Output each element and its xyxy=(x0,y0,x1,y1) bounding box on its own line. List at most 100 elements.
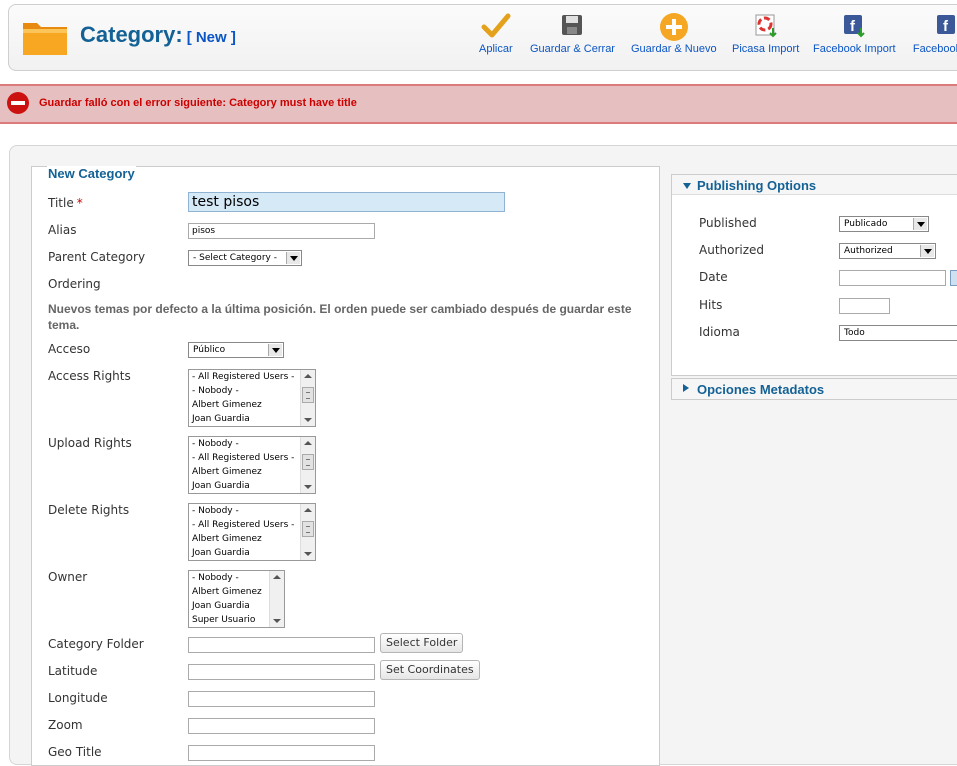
scrollbar[interactable] xyxy=(300,370,315,426)
chevron-down-icon xyxy=(920,245,934,257)
chevron-down-icon xyxy=(268,344,282,356)
access-rights-label: Access Rights xyxy=(48,369,131,383)
scroll-down-icon[interactable] xyxy=(304,418,312,422)
save-new-button-label: Guardar & Nuevo xyxy=(631,43,717,55)
save-new-button[interactable]: Guardar & Nuevo xyxy=(631,12,717,55)
triangle-right-icon[interactable] xyxy=(683,384,689,392)
delete-rights-label: Delete Rights xyxy=(48,503,130,517)
page-subtitle: [ New ] xyxy=(186,29,236,46)
triangle-down-icon[interactable] xyxy=(683,183,691,189)
ordering-label: Ordering xyxy=(48,277,101,291)
title-label: Title * xyxy=(48,196,83,210)
ordering-note: Nuevos temas por defecto a la última pos… xyxy=(48,302,632,332)
list-item[interactable]: Albert Gimenez xyxy=(189,532,315,546)
authorized-select[interactable]: Authorized xyxy=(839,243,936,259)
scrollbar[interactable] xyxy=(300,504,315,560)
title-input[interactable]: test pisos xyxy=(188,192,505,212)
zoom-input[interactable] xyxy=(188,718,375,734)
authorized-label: Authorized xyxy=(699,243,765,257)
latitude-label: Latitude xyxy=(48,664,98,678)
error-message-banner: Guardar falló con el error siguiente: Ca… xyxy=(0,84,957,124)
access-rights-list[interactable]: - All Registered Users - - Nobody - Albe… xyxy=(188,369,316,427)
error-stop-icon xyxy=(6,91,30,118)
page-title: Category:[ New ] xyxy=(80,22,236,48)
hits-input[interactable] xyxy=(839,298,890,314)
facebook-import-icon: f xyxy=(813,12,896,40)
date-input[interactable] xyxy=(839,270,946,286)
scroll-thumb[interactable] xyxy=(302,521,314,537)
checkmark-icon xyxy=(479,12,513,40)
list-item[interactable]: - All Registered Users - xyxy=(189,370,315,384)
geo-title-label: Geo Title xyxy=(48,745,102,759)
zoom-label: Zoom xyxy=(48,718,83,732)
apply-button-label: Aplicar xyxy=(479,43,513,55)
latitude-input[interactable] xyxy=(188,664,375,680)
scroll-up-icon[interactable] xyxy=(273,575,281,579)
scroll-up-icon[interactable] xyxy=(304,508,312,512)
list-item[interactable]: - All Registered Users - xyxy=(189,451,315,465)
category-folder-label: Category Folder xyxy=(48,637,144,651)
facebook-button-label: Facebook xyxy=(912,43,957,55)
new-category-legend: New Category xyxy=(47,166,136,181)
scroll-down-icon[interactable] xyxy=(304,485,312,489)
scroll-up-icon[interactable] xyxy=(304,374,312,378)
list-item[interactable]: Albert Gimenez xyxy=(189,398,315,412)
picasa-import-button-label: Picasa Import xyxy=(732,43,800,55)
apply-button[interactable]: Aplicar xyxy=(479,12,513,55)
alias-input[interactable]: pisos xyxy=(188,223,375,239)
list-item[interactable]: - Nobody - xyxy=(189,504,315,518)
scroll-thumb[interactable] xyxy=(302,387,314,403)
published-select[interactable]: Publicado xyxy=(839,216,929,232)
save-close-button[interactable]: Guardar & Cerrar xyxy=(530,12,615,55)
hits-label: Hits xyxy=(699,298,723,312)
list-item[interactable]: - Nobody - xyxy=(189,384,315,398)
facebook-import-button[interactable]: f Facebook Import xyxy=(813,12,896,55)
parent-category-value: - Select Category - xyxy=(193,253,277,263)
title-label-text: Title xyxy=(48,196,74,210)
picasa-import-button[interactable]: Picasa Import xyxy=(732,12,799,55)
list-item[interactable]: - Nobody - xyxy=(189,437,315,451)
access-label: Acceso xyxy=(48,342,91,356)
longitude-label: Longitude xyxy=(48,691,108,705)
delete-rights-list[interactable]: - Nobody - - All Registered Users - Albe… xyxy=(188,503,316,561)
published-value: Publicado xyxy=(844,219,888,229)
owner-label: Owner xyxy=(48,570,88,584)
chevron-down-icon xyxy=(913,218,927,230)
list-item[interactable]: Joan Guardia xyxy=(189,412,315,426)
owner-list[interactable]: - Nobody - Albert Gimenez Joan Guardia S… xyxy=(188,570,285,628)
geo-title-input[interactable] xyxy=(188,745,375,761)
facebook-button[interactable]: f Facebook xyxy=(909,12,957,55)
calendar-icon[interactable] xyxy=(950,270,957,286)
parent-category-select[interactable]: - Select Category - xyxy=(188,250,302,266)
folder-icon xyxy=(21,17,69,60)
list-item[interactable]: Joan Guardia xyxy=(189,546,315,560)
category-folder-input[interactable] xyxy=(188,637,375,653)
authorized-value: Authorized xyxy=(844,246,893,256)
scroll-down-icon[interactable] xyxy=(273,619,281,623)
scroll-down-icon[interactable] xyxy=(304,552,312,556)
scroll-up-icon[interactable] xyxy=(304,441,312,445)
select-folder-button[interactable]: Select Folder xyxy=(380,633,464,653)
scrollbar[interactable] xyxy=(269,571,284,627)
metadata-options-title[interactable]: Opciones Metadatos xyxy=(697,382,824,397)
chevron-down-icon xyxy=(286,252,300,264)
set-coordinates-button[interactable]: Set Coordinates xyxy=(380,660,480,680)
upload-rights-list[interactable]: - Nobody - - All Registered Users - Albe… xyxy=(188,436,316,494)
published-label: Published xyxy=(699,216,757,230)
scrollbar[interactable] xyxy=(300,437,315,493)
list-item[interactable]: - All Registered Users - xyxy=(189,518,315,532)
date-label: Date xyxy=(699,270,728,284)
list-item[interactable]: Albert Gimenez xyxy=(189,465,315,479)
language-value: Todo xyxy=(844,328,865,338)
facebook-icon: f xyxy=(909,12,957,40)
list-item[interactable]: Joan Guardia xyxy=(189,479,315,493)
publishing-options-title[interactable]: Publishing Options xyxy=(697,178,816,193)
save-close-button-label: Guardar & Cerrar xyxy=(530,43,615,55)
scroll-thumb[interactable] xyxy=(302,454,314,470)
language-select[interactable]: Todo xyxy=(839,325,957,341)
facebook-import-button-label: Facebook Import xyxy=(813,43,896,55)
plus-circle-icon xyxy=(631,12,717,41)
longitude-input[interactable] xyxy=(188,691,375,707)
access-select[interactable]: Público xyxy=(188,342,284,358)
floppy-disk-icon xyxy=(530,12,615,40)
